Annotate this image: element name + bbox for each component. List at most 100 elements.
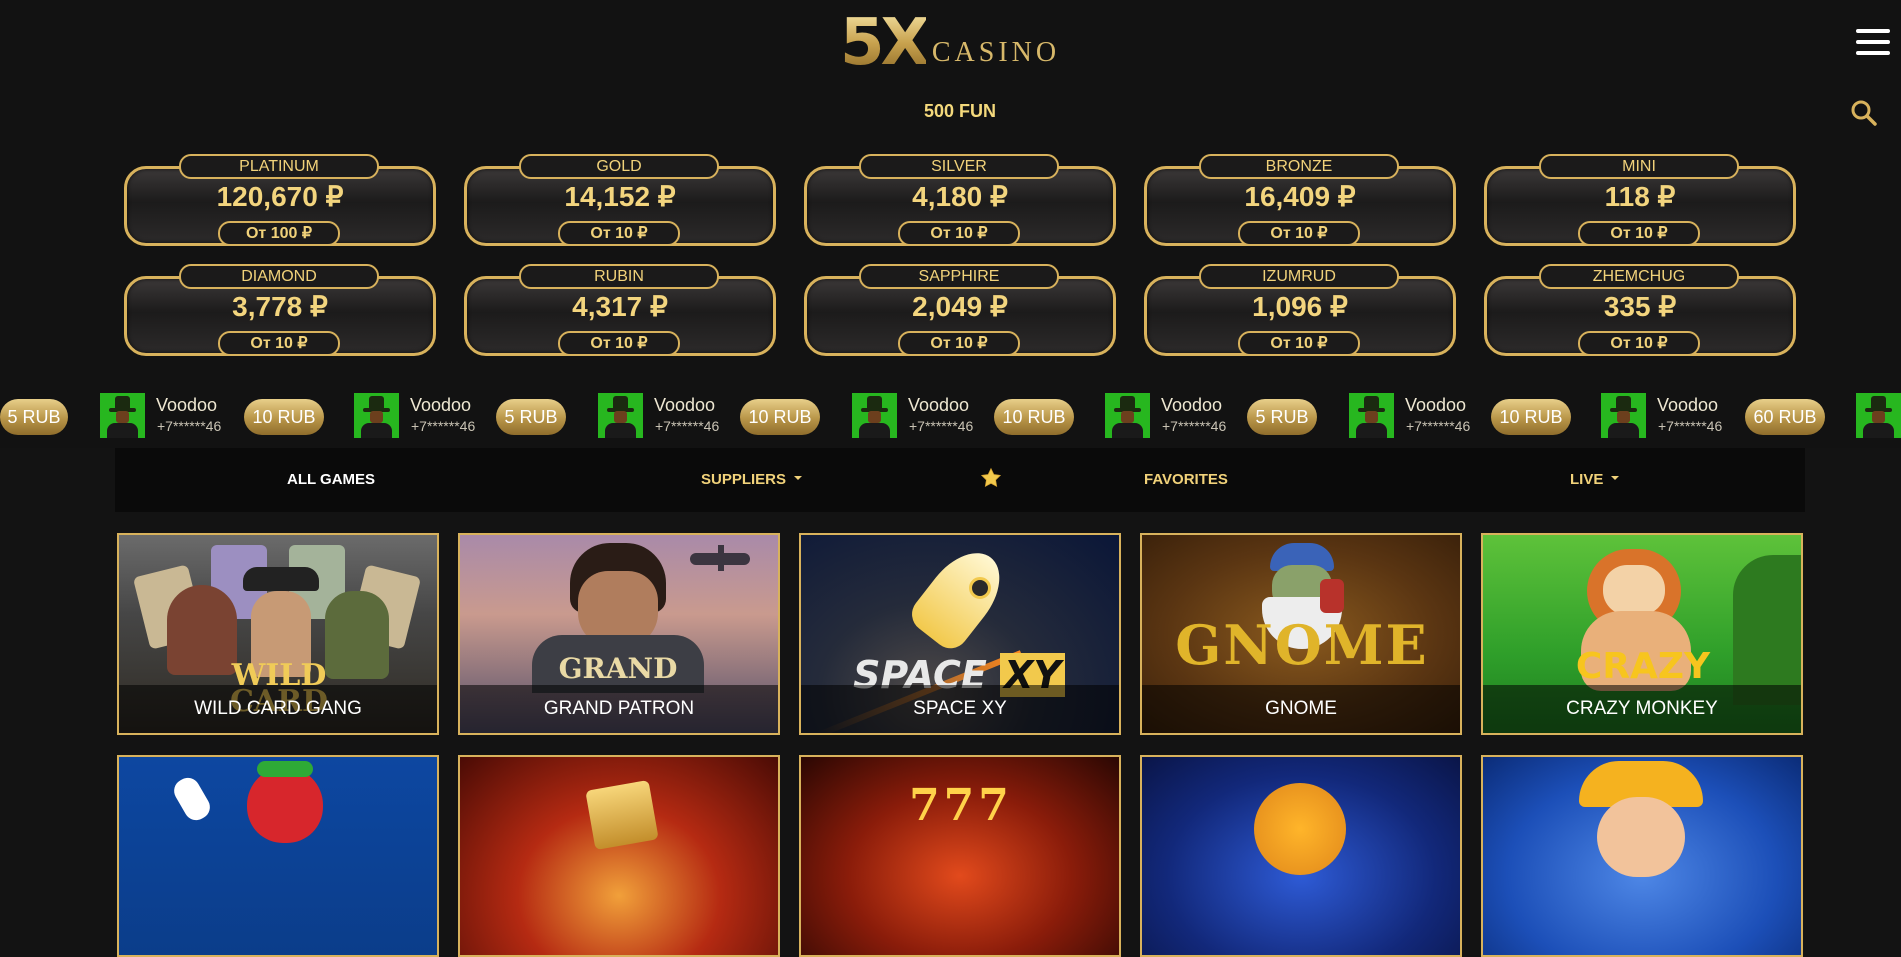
jackpot-gold: GOLD 14,152 ₽ От 10 ₽: [464, 154, 776, 246]
jackpot-min-bet: От 10 ₽: [558, 221, 680, 246]
jackpot-name: GOLD: [519, 154, 719, 179]
chevron-down-icon: [1611, 476, 1620, 481]
game-card[interactable]: GRAND GRAND PATRON: [458, 533, 780, 735]
jackpot-izumrud: IZUMRUD 1,096 ₽ От 10 ₽: [1144, 264, 1456, 356]
jackpot-amount: 3,778 ₽: [232, 291, 328, 322]
jackpot-name: BRONZE: [1199, 154, 1399, 179]
tab-label: SUPPLIERS: [701, 471, 787, 488]
jackpot-name: RUBIN: [519, 264, 719, 289]
win-amount-badge: 10 RUB: [740, 399, 820, 435]
jackpot-name: IZUMRUD: [1199, 264, 1399, 289]
jackpot-mini: MINI 118 ₽ От 10 ₽: [1484, 154, 1796, 246]
jackpot-min-bet: От 10 ₽: [1578, 331, 1700, 356]
game-card[interactable]: SPACE XY SPACE XY: [799, 533, 1121, 735]
tab-label: FAVORITES: [1144, 471, 1228, 488]
win-amount-badge: 5 RUB: [1247, 399, 1317, 435]
jackpot-name: DIAMOND: [179, 264, 379, 289]
tab-label: LIVE: [1570, 471, 1604, 488]
jackpot-min-bet: От 10 ₽: [898, 331, 1020, 356]
jackpot-amount: 4,180 ₽: [912, 181, 1008, 212]
site-logo[interactable]: 5X CASINO: [840, 10, 1060, 75]
voodoo-game-icon: [1601, 393, 1646, 438]
win-player-phone: +7******46: [655, 418, 720, 434]
voodoo-game-icon: [1105, 393, 1150, 438]
win-player-phone: +7******46: [157, 418, 222, 434]
jackpot-amount: 2,049 ₽: [912, 291, 1008, 322]
jackpot-min-bet: От 10 ₽: [218, 331, 340, 356]
win-game-name: Voodoo: [908, 395, 970, 415]
logo-wordmark: CASINO: [931, 37, 1061, 68]
winners-ticker: 5 RUB Voodoo +7******46 10 RUB Voodoo +7…: [0, 388, 1901, 448]
jackpot-amount: 120,670 ₽: [216, 181, 344, 212]
jackpot-name: ZHEMCHUG: [1539, 264, 1739, 289]
game-card[interactable]: GNOME GNOME: [1140, 533, 1462, 735]
chevron-down-icon: [794, 476, 803, 481]
logo-mark: 5X: [840, 6, 930, 80]
win-amount-badge: 5 RUB: [496, 399, 566, 435]
game-title: CRAZY MONKEY: [1483, 685, 1801, 733]
jackpot-rubin: RUBIN 4,317 ₽ От 10 ₽: [464, 264, 776, 356]
games-grid: WILD CARD WILD CARD GANG GRAND GRAND PAT…: [115, 532, 1805, 957]
jackpot-amount: 16,409 ₽: [1244, 181, 1356, 212]
game-card[interactable]: CRAZY CRAZY MONKEY: [1481, 533, 1803, 735]
jackpot-bronze: BRONZE 16,409 ₽ От 10 ₽: [1144, 154, 1456, 246]
jackpot-zhemchug: ZHEMCHUG 335 ₽ От 10 ₽: [1484, 264, 1796, 356]
tab-all-games[interactable]: ALL GAMES: [287, 448, 375, 512]
category-nav: ALL GAMES SUPPLIERS FAVORITES LIVE: [115, 448, 1805, 512]
win-game-name: Voodoo: [156, 395, 218, 415]
tab-live[interactable]: LIVE: [1570, 448, 1620, 512]
win-game-name: Voodoo: [1161, 395, 1223, 415]
win-amount-badge: 5 RUB: [0, 399, 68, 435]
tab-favorites[interactable]: FAVORITES: [1144, 448, 1228, 512]
tab-label: ALL GAMES: [287, 471, 376, 488]
win-player-phone: +7******46: [909, 418, 974, 434]
win-player-phone: +7******46: [1406, 418, 1471, 434]
win-player-phone: +7******46: [411, 418, 476, 434]
jackpot-platinum: PLATINUM 120,670 ₽ От 100 ₽: [124, 154, 436, 246]
win-amount-badge: 10 RUB: [994, 399, 1074, 435]
jackpot-min-bet: От 10 ₽: [1238, 221, 1360, 246]
jackpot-min-bet: От 10 ₽: [558, 331, 680, 356]
game-card[interactable]: [1140, 755, 1462, 957]
jackpot-amount: 14,152 ₽: [564, 181, 676, 212]
game-card[interactable]: [117, 755, 439, 957]
jackpot-min-bet: От 10 ₽: [898, 221, 1020, 246]
star-icon[interactable]: [980, 448, 1002, 512]
jackpot-name: SAPPHIRE: [859, 264, 1059, 289]
game-card[interactable]: WILD CARD WILD CARD GANG: [117, 533, 439, 735]
jackpot-min-bet: От 10 ₽: [1238, 331, 1360, 356]
jackpot-amount: 4,317 ₽: [572, 291, 668, 322]
jackpot-sapphire: SAPPHIRE 2,049 ₽ От 10 ₽: [804, 264, 1116, 356]
voodoo-game-icon: [1856, 393, 1901, 438]
game-card[interactable]: [1481, 755, 1803, 957]
win-player-phone: +7******46: [1162, 418, 1227, 434]
game-title: WILD CARD GANG: [119, 685, 437, 733]
balance-display: 500 FUN: [923, 101, 997, 121]
win-game-name: Voodoo: [654, 395, 716, 415]
game-title: GNOME: [1142, 685, 1460, 733]
win-amount-badge: 10 RUB: [244, 399, 324, 435]
game-card[interactable]: 777: [799, 755, 1121, 957]
jackpot-min-bet: От 100 ₽: [218, 221, 340, 246]
tab-suppliers[interactable]: SUPPLIERS: [701, 448, 803, 512]
jackpot-min-bet: От 10 ₽: [1578, 221, 1700, 246]
jackpot-amount: 118 ₽: [1604, 181, 1676, 212]
game-title: SPACE XY: [801, 685, 1119, 733]
hamburger-menu-icon[interactable]: [1856, 27, 1890, 57]
game-card[interactable]: [458, 755, 780, 957]
win-game-name: Voodoo: [410, 395, 472, 415]
win-game-name: Voodoo: [1657, 395, 1719, 415]
win-player-phone: +7******46: [1658, 418, 1723, 434]
search-icon[interactable]: [1850, 99, 1878, 127]
jackpot-amount: 335 ₽: [1603, 291, 1677, 322]
win-amount-badge: 60 RUB: [1745, 399, 1825, 435]
win-amount-badge: 10 RUB: [1491, 399, 1571, 435]
voodoo-game-icon: [1349, 393, 1394, 438]
voodoo-game-icon: [852, 393, 897, 438]
voodoo-game-icon: [598, 393, 643, 438]
voodoo-game-icon: [100, 393, 145, 438]
jackpot-diamond: DIAMOND 3,778 ₽ От 10 ₽: [124, 264, 436, 356]
jackpot-silver: SILVER 4,180 ₽ От 10 ₽: [804, 154, 1116, 246]
jackpot-amount: 1,096 ₽: [1252, 291, 1348, 322]
game-title: GRAND PATRON: [460, 685, 778, 733]
